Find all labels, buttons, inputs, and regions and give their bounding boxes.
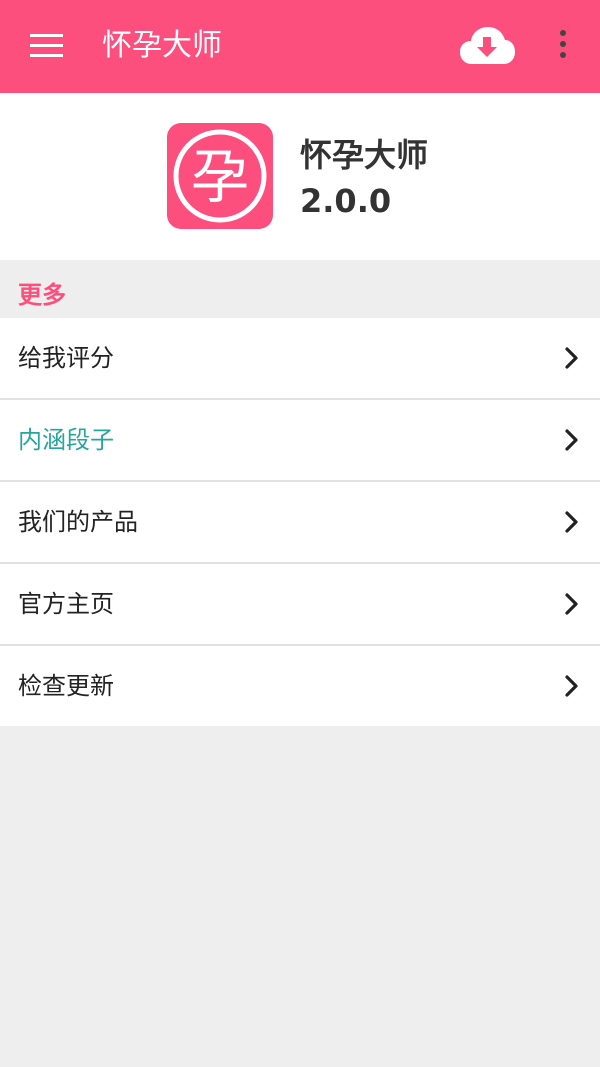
more-vertical-icon[interactable]	[548, 30, 578, 64]
section-header-more: 更多	[18, 281, 66, 309]
menu-item-label: 官方主页	[18, 590, 114, 618]
app-logo: 孕	[167, 123, 273, 229]
app-name: 怀孕大师	[300, 136, 429, 174]
app-logo-glyph: 孕	[191, 143, 249, 211]
chevron-right-icon	[565, 675, 578, 697]
appbar-title: 怀孕大师	[102, 28, 222, 63]
menu-item-label: 给我评分	[18, 344, 114, 372]
app-version: 2.0.0	[300, 182, 392, 220]
chevron-right-icon	[565, 429, 578, 451]
menu-item-label: 我们的产品	[18, 508, 138, 536]
menu-list: 给我评分 内涵段子 我们的产品 官方主页 检查更新	[0, 318, 600, 726]
chevron-right-icon	[565, 347, 578, 369]
menu-item-check-update[interactable]: 检查更新	[0, 646, 600, 726]
chevron-right-icon	[565, 511, 578, 533]
hamburger-menu-icon[interactable]	[30, 34, 63, 60]
menu-item-our-products[interactable]: 我们的产品	[0, 482, 600, 564]
chevron-right-icon	[565, 593, 578, 615]
menu-item-jokes[interactable]: 内涵段子	[0, 400, 600, 482]
cloud-download-icon[interactable]	[458, 24, 516, 68]
app-info-card: 孕 怀孕大师 2.0.0	[0, 93, 600, 260]
menu-item-label: 检查更新	[18, 672, 114, 700]
app-bar: 怀孕大师	[0, 0, 600, 93]
menu-item-rate-us[interactable]: 给我评分	[0, 318, 600, 400]
menu-item-homepage[interactable]: 官方主页	[0, 564, 600, 646]
menu-item-label: 内涵段子	[18, 426, 114, 454]
